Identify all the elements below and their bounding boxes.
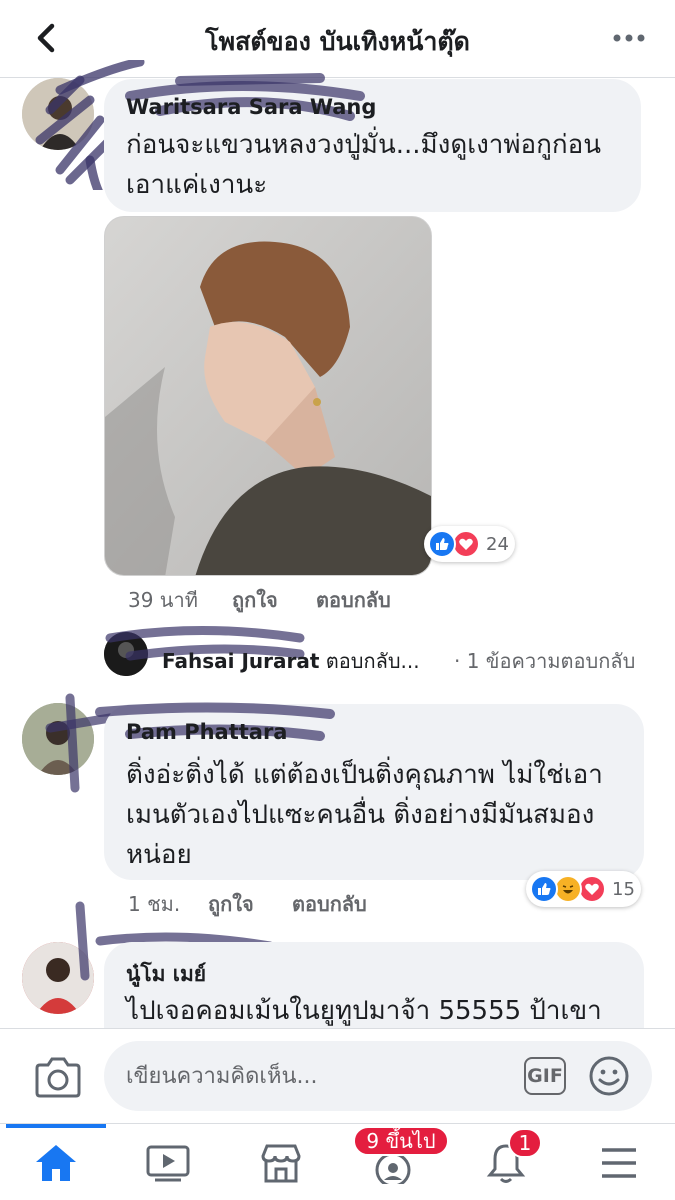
emoji-button[interactable] [588,1055,630,1097]
comment-timestamp: 39 นาที [128,588,198,612]
tab-menu[interactable] [563,1124,675,1200]
reaction-summary[interactable]: 15 [526,871,641,907]
reply-author[interactable]: Fahsai Jurarat [162,649,319,673]
reply-link[interactable]: ตอบกลับ [292,888,367,920]
comment-photo[interactable] [104,216,432,576]
reply-preview[interactable]: Fahsai Jurarat ตอบกลับ... [162,645,420,677]
tab-watch[interactable] [112,1124,224,1200]
camera-icon [35,1057,81,1098]
more-options-button[interactable] [609,20,649,56]
comment-text-line: ไปเจอคอมเม้นในยูทูปมาจ้า 55555 ป้าเขา [126,996,602,1026]
avatar[interactable] [22,942,94,1014]
reaction-count: 15 [612,878,635,900]
reply-action: ตอบกลับ... [325,649,420,673]
comment-author[interactable]: Waritsara Sara Wang [126,95,376,119]
groups-badge: 9 ขึ้นไป [353,1126,449,1156]
like-reaction-icon [530,875,558,903]
menu-icon [602,1147,636,1178]
comment-composer: GIF [0,1028,675,1123]
avatar[interactable] [22,78,94,150]
comment-input[interactable] [104,1041,652,1111]
comment-timestamp: 1 ชม. [128,892,181,916]
notifications-badge: 1 [508,1128,542,1158]
love-reaction-icon [578,875,606,903]
top-nav-bar: โพสต์ของ บันเทิงหน้าตุ๊ด [0,0,675,78]
ellipsis-icon [613,34,645,42]
reply-count[interactable]: · 1 ข้อความตอบกลับ [454,645,635,677]
comment-text-line: หน่อย [126,840,192,870]
home-icon [36,1144,76,1181]
reply-link[interactable]: ตอบกลับ [316,584,391,616]
avatar[interactable] [104,632,148,676]
reaction-count: 24 [486,533,509,555]
reaction-summary[interactable]: 24 [424,526,515,562]
comment-text-line: ก่อนจะแขวนหลงวงปู่มั่น...มึงดูเงาพ่อกูก่… [126,130,602,160]
haha-reaction-icon [554,875,582,903]
like-link[interactable]: ถูกใจ [208,888,254,920]
comment-text-line: เมนตัวเองไปแซะคนอื่น ติ่งอย่างมีมันสมอง [126,800,595,830]
camera-button[interactable] [34,1055,82,1099]
love-reaction-icon [452,530,480,558]
comment-author[interactable]: Pam Phattara [126,720,287,744]
marketplace-icon [261,1144,301,1182]
like-link[interactable]: ถูกใจ [232,584,278,616]
like-reaction-icon [428,530,456,558]
gif-button[interactable]: GIF [524,1057,566,1095]
smiley-icon [589,1056,629,1096]
tab-marketplace[interactable] [225,1124,337,1200]
video-icon [146,1145,190,1181]
page-title: โพสต์ของ บันเทิงหน้าตุ๊ด [205,27,470,56]
bottom-tab-bar: 9 ขึ้นไป 1 [0,1123,675,1200]
tab-home[interactable] [0,1124,112,1200]
tab-notifications[interactable] [450,1124,562,1200]
comment-text-line: ติ่งอ่ะติ่งได้ แต่ต้องเป็นติ่งคุณภาพ ไม่… [126,760,603,790]
comment-text-line: เอาแค่เงานะ [126,170,268,200]
avatar[interactable] [22,703,94,775]
comment-author[interactable]: นู๋โม เมย์ [126,958,206,991]
